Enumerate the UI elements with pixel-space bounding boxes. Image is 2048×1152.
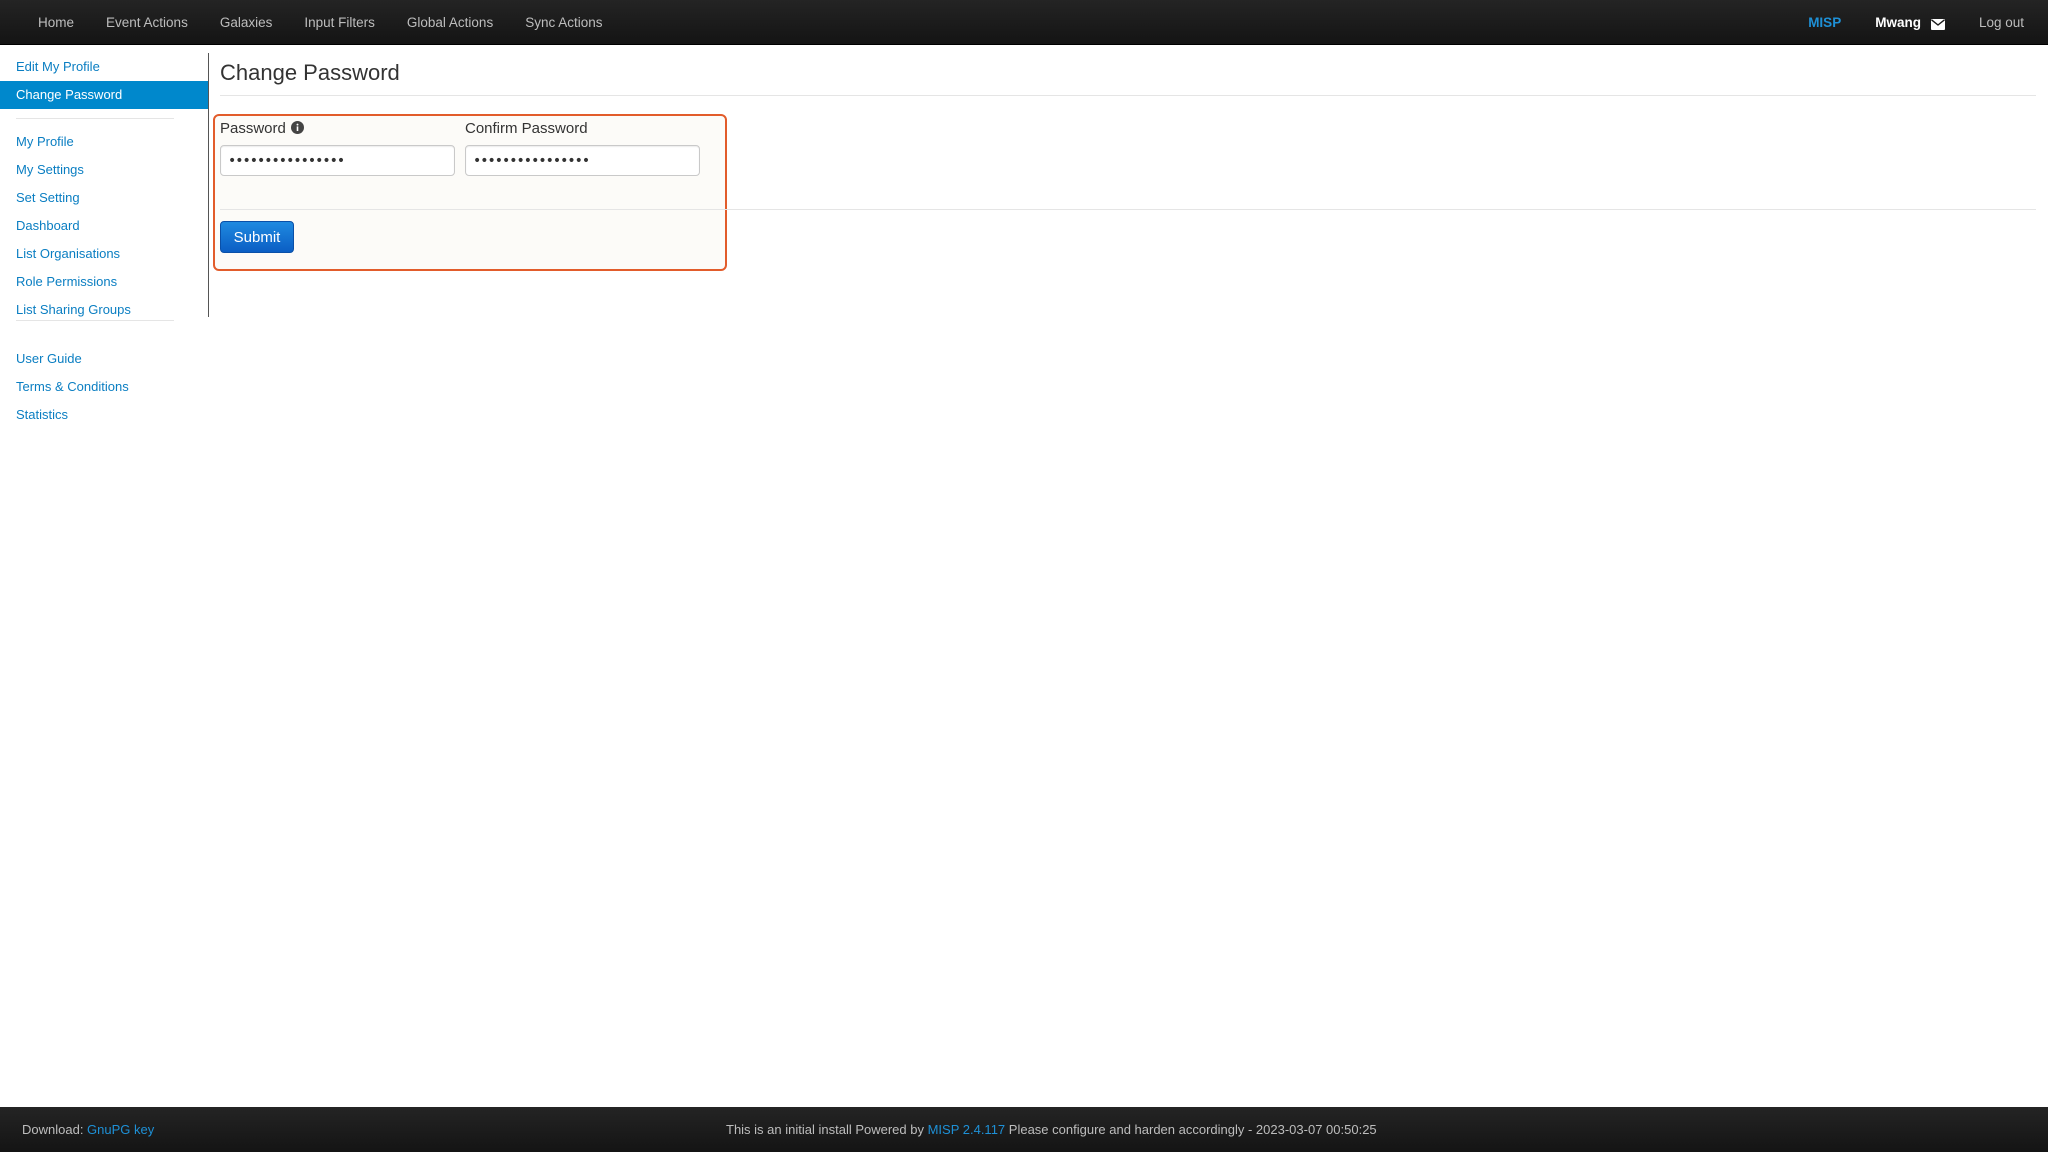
confirm-password-input[interactable] [465,145,700,176]
page-title: Change Password [220,60,400,85]
nav-event-actions[interactable]: Event Actions [90,0,204,45]
footer-powered-by: This is an initial install Powered by MI… [726,1107,1377,1152]
main-menu: Home Event Actions Galaxies Input Filter… [22,0,619,45]
sidebar-item-my-profile[interactable]: My Profile [0,128,208,156]
sidebar-item-terms-conditions[interactable]: Terms & Conditions [0,373,209,401]
powered-suffix: Please configure and harden accordingly … [1005,1122,1377,1137]
nav-input-filters[interactable]: Input Filters [288,0,391,45]
user-name-link[interactable]: Mwang [1875,15,1921,30]
side-menu: Edit My Profile Change Password My Profi… [0,53,209,317]
nav-galaxies[interactable]: Galaxies [204,0,289,45]
powered-prefix: This is an initial install Powered by [726,1122,928,1137]
user-menu: MISP Mwang Log out [1808,0,2024,45]
sidebar-item-dashboard[interactable]: Dashboard [0,212,208,240]
sidebar-item-my-settings[interactable]: My Settings [0,156,208,184]
title-divider [220,95,2036,96]
download-prefix: Download: [22,1122,88,1137]
sidebar-item-edit-my-profile[interactable]: Edit My Profile [0,53,208,81]
footer-download: Download: GnuPG key [22,1107,154,1152]
gnupg-key-link[interactable]: GnuPG key [87,1122,154,1137]
password-input[interactable] [220,145,455,176]
sidebar-item-role-permissions[interactable]: Role Permissions [0,268,208,296]
footer: Download: GnuPG key This is an initial i… [0,1107,2048,1152]
sidebar-item-user-guide[interactable]: User Guide [0,345,209,373]
misp-version-link[interactable]: MISP 2.4.117 [928,1122,1006,1137]
sidebar-divider [16,320,174,321]
envelope-icon[interactable] [1930,17,1945,30]
nav-global-actions[interactable]: Global Actions [391,0,509,45]
nav-home[interactable]: Home [22,0,90,45]
brand-link[interactable]: MISP [1808,15,1841,30]
submit-button[interactable]: Submit [220,221,294,253]
confirm-password-label: Confirm Password [465,120,588,137]
sidebar-item-set-setting[interactable]: Set Setting [0,184,208,212]
side-menu-help: User Guide Terms & Conditions Statistics [0,320,209,429]
password-label-text: Password [220,120,286,137]
sidebar-divider [16,118,174,119]
sidebar-item-change-password[interactable]: Change Password [0,81,208,109]
password-label: Password [220,120,304,137]
sidebar-item-list-organisations[interactable]: List Organisations [0,240,208,268]
top-navbar: Home Event Actions Galaxies Input Filter… [0,0,2048,45]
form-divider [220,209,2036,210]
sidebar-item-statistics[interactable]: Statistics [0,401,209,429]
nav-sync-actions[interactable]: Sync Actions [509,0,618,45]
info-icon[interactable] [290,121,304,134]
logout-link[interactable]: Log out [1979,15,2024,30]
